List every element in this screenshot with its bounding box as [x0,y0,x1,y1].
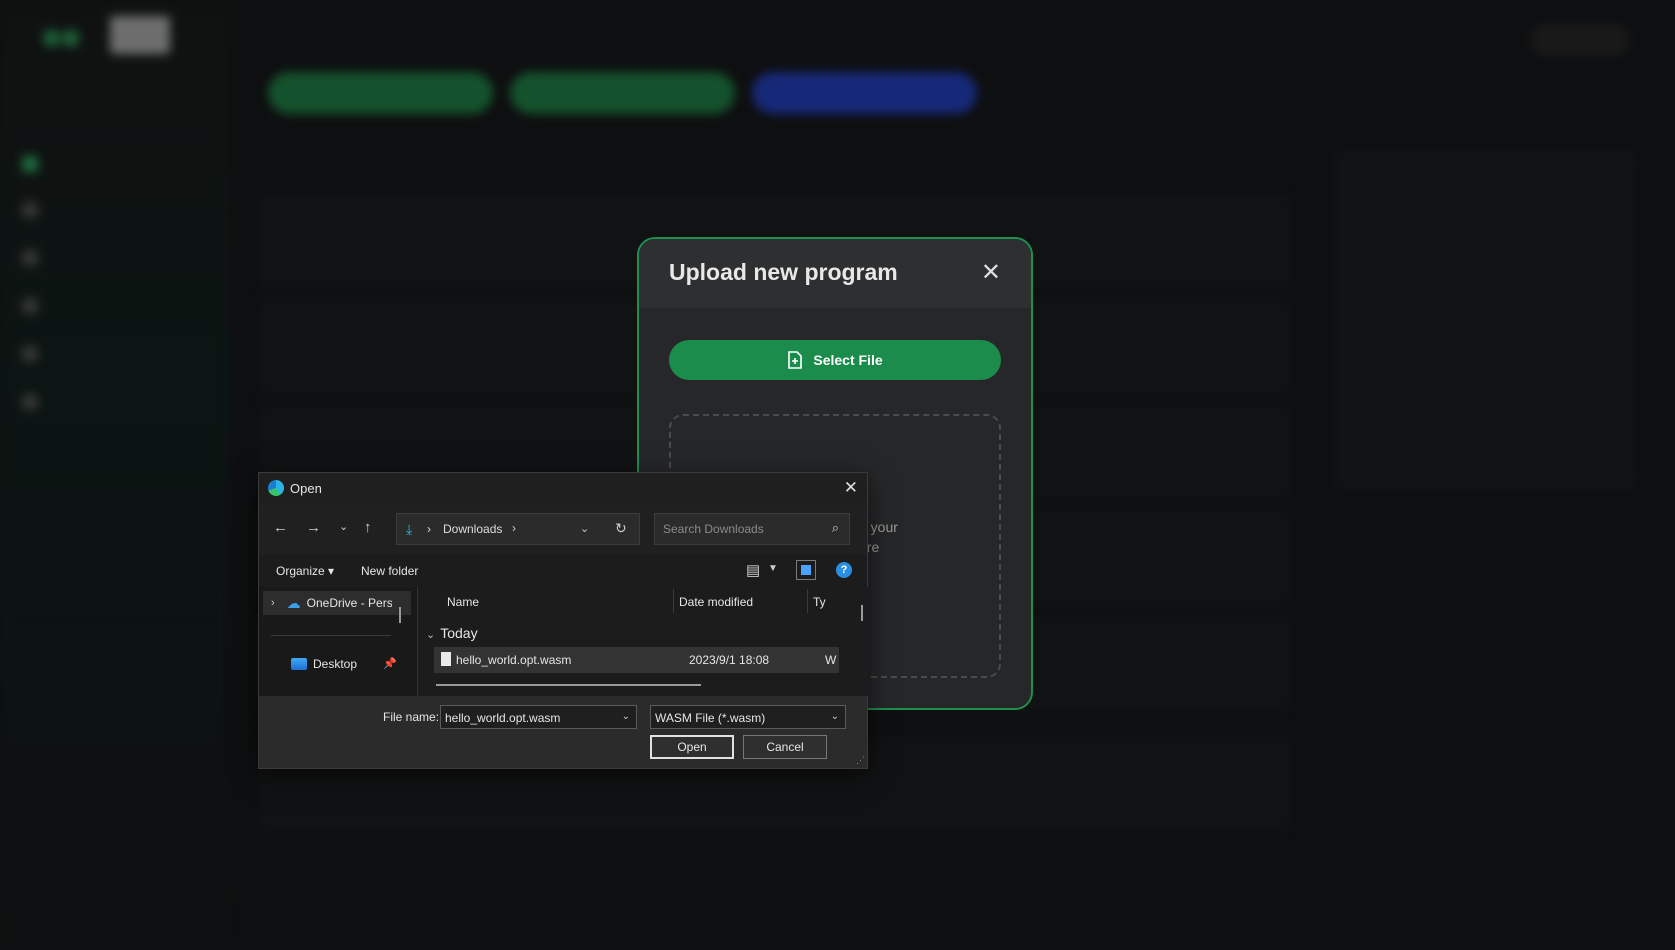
file-type-select[interactable]: WASM File (*.wasm) ⌄ [650,705,846,729]
address-dropdown-icon[interactable]: ⌄ [580,522,589,535]
dialog-close-icon[interactable]: ✕ [844,478,858,498]
file-type-value: WASM File (*.wasm) [655,711,766,725]
file-plus-icon [788,351,803,369]
sidebar-item-4 [22,294,38,318]
breadcrumb-separator-icon: › [427,522,431,536]
background-button-1 [268,72,493,114]
modal-title: Upload new program [669,259,898,285]
background-filter-panel [1335,150,1635,490]
forward-arrow-icon[interactable]: → [306,519,321,536]
close-icon[interactable]: ✕ [981,261,1001,285]
sidebar-item-2 [22,198,38,222]
divider [807,589,808,613]
column-type[interactable]: Ty [813,595,826,609]
column-headers: Name Date modified Ty [418,587,868,615]
group-header-today[interactable]: ⌄ Today [426,625,478,641]
divider [673,589,674,613]
address-bar[interactable]: ⤓ › Downloads › ⌄ ↻ [396,513,640,545]
sidebar: ◉◉ [0,0,230,950]
sidebar-item-3 [22,246,38,270]
help-icon[interactable]: ? [836,562,852,578]
navigation-pane: › ☁ OneDrive - Perso Desktop 📌 [259,587,418,696]
view-dropdown-icon[interactable]: ▼ [768,563,778,574]
resize-grip-icon[interactable]: ⋰ [856,755,865,766]
dialog-title: Open [290,481,322,496]
file-list: Name Date modified Ty ⌄ Today hello_world… [418,587,868,696]
file-icon [441,652,451,666]
app-logo: ◉◉ [42,24,81,49]
chevron-down-icon[interactable]: ⌄ [831,711,839,722]
sidebar-item-6 [22,390,38,414]
desktop-icon [291,658,307,670]
background-button-2 [510,72,735,114]
search-icon: ⌕ [831,520,839,535]
nav-scrollbar[interactable] [399,607,401,623]
chevron-down-icon[interactable]: ⌄ [622,711,630,722]
select-file-label: Select File [813,352,883,368]
column-name[interactable]: Name [447,595,479,609]
file-row[interactable]: hello_world.opt.wasm 2023/9/1 18:08 W [434,647,839,673]
file-date: 2023/9/1 18:08 [689,653,770,667]
search-input[interactable]: Search Downloads ⌕ [654,513,850,545]
file-name-value: hello_world.opt.wasm [445,711,561,725]
new-folder-button[interactable]: New folder [361,564,418,578]
download-icon: ⤓ [406,521,413,537]
dialog-titlebar[interactable]: Open ✕ [259,473,867,503]
back-arrow-icon[interactable]: ← [273,519,288,536]
horizontal-scrollbar[interactable] [436,684,701,686]
recent-locations-chevron-icon[interactable]: ⌄ [339,520,348,533]
pin-icon: 📌 [383,658,397,670]
expand-arrow-icon[interactable]: › [271,597,275,609]
collapse-chevron-icon: ⌄ [426,629,436,641]
modal-header: Upload new program ✕ [639,239,1031,308]
nav-item-onedrive[interactable]: › ☁ OneDrive - Perso [263,591,411,615]
background-button-3 [752,72,977,114]
nav-item-desktop[interactable]: Desktop [291,657,357,671]
divider [271,635,391,636]
file-name: hello_world.opt.wasm [456,653,572,667]
app-logo-mark [110,16,170,54]
dialog-footer: File name: hello_world.opt.wasm ⌄ WASM F… [259,696,867,768]
browser-icon [268,480,284,496]
organize-menu[interactable]: Organize ▾ [276,564,334,578]
command-bar: Organize ▾ New folder ▤ ▼ ? [259,555,867,587]
open-button[interactable]: Open [650,735,734,759]
background-account [1530,24,1630,56]
preview-pane-icon[interactable] [796,560,816,580]
refresh-icon[interactable]: ↻ [615,520,627,537]
up-arrow-icon[interactable]: ↑ [364,519,372,536]
nav-item-label: Desktop [313,657,358,671]
sidebar-item-5 [22,342,38,366]
file-name-label: File name: [383,710,440,724]
view-options-icon[interactable]: ▤ [746,561,760,579]
select-file-button[interactable]: Select File [669,340,1001,380]
cancel-button[interactable]: Cancel [743,735,827,759]
search-placeholder: Search Downloads [663,522,764,536]
file-type: W [825,653,837,667]
group-label: Today [440,625,478,641]
nav-item-label: OneDrive - Perso [306,596,392,610]
vertical-scrollbar[interactable] [861,605,863,621]
file-name-input[interactable]: hello_world.opt.wasm ⌄ [440,705,637,729]
column-date-modified[interactable]: Date modified [679,595,753,609]
cloud-icon: ☁ [286,594,301,611]
open-file-dialog: Open ✕ ← → ⌄ ↑ ⤓ › Downloads › ⌄ ↻ Searc… [258,472,868,769]
breadcrumb-chevron-icon[interactable]: › [512,521,516,535]
breadcrumb-downloads[interactable]: Downloads [443,522,502,536]
sidebar-item-programs [22,152,38,176]
